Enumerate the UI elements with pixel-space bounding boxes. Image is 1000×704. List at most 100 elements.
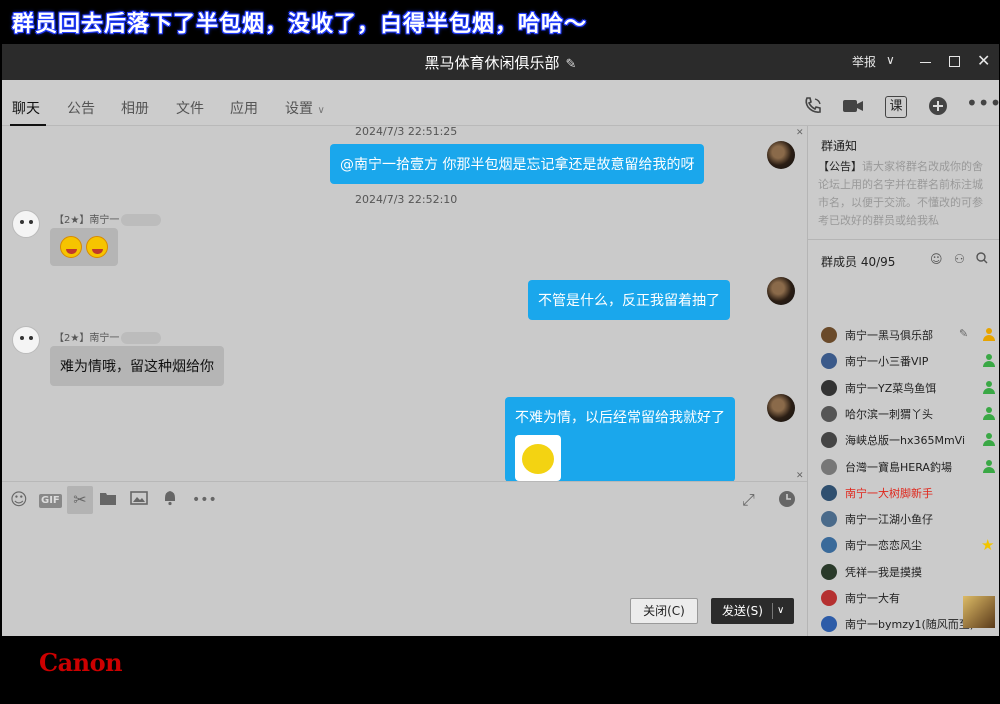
star-badge-icon: ★ bbox=[981, 536, 995, 555]
avatar bbox=[821, 616, 837, 633]
tab-album[interactable]: 相册 bbox=[121, 98, 149, 118]
scissors-icon[interactable]: ✂ bbox=[67, 486, 93, 514]
member-item[interactable]: 台灣一寶島HERA釣場 bbox=[821, 457, 999, 477]
avatar[interactable] bbox=[12, 326, 40, 354]
edit-icon[interactable]: ✎ bbox=[566, 57, 577, 72]
bottom-bar bbox=[0, 636, 1000, 704]
scroll-down-icon[interactable]: ✕ bbox=[796, 471, 804, 481]
member-name: 南宁一大有 bbox=[845, 592, 900, 605]
group-title: 黑马体育休闲俱乐部 ✎ bbox=[2, 52, 999, 73]
report-button[interactable]: 举报 bbox=[852, 53, 876, 70]
sender-name-text: 【2★】南宁一 bbox=[54, 215, 120, 226]
member-item[interactable]: 南宁一恋恋风尘 ★ bbox=[821, 535, 999, 555]
member-name: 台灣一寶島HERA釣場 bbox=[845, 460, 952, 474]
chat-bubble-icon[interactable]: ☺ bbox=[930, 252, 943, 266]
avatar bbox=[821, 405, 837, 422]
member-item[interactable]: 海峡总版一hx365MmVi bbox=[821, 430, 999, 450]
tab-chat[interactable]: 聊天 bbox=[12, 98, 40, 118]
avatar bbox=[821, 353, 837, 370]
image-icon[interactable] bbox=[130, 490, 148, 510]
member-name: 哈尔滨一刺猬丫头 bbox=[845, 407, 933, 421]
group-notice-body[interactable]: 【公告】请大家将群名改成你的舍论坛上用的名字并在群名前标注城市名，以便于交流。不… bbox=[818, 158, 990, 230]
add-icon[interactable] bbox=[927, 96, 949, 118]
sender-name-text: 【2★】南宁一 bbox=[54, 333, 120, 344]
close-button[interactable]: 关闭(C) bbox=[630, 598, 698, 624]
minimize-button[interactable] bbox=[920, 62, 931, 63]
member-item[interactable]: 南宁一大树脚新手 bbox=[821, 483, 999, 503]
send-divider bbox=[772, 603, 773, 619]
message-bubble-outgoing[interactable]: @南宁一拾壹方 你那半包烟是忘记拿还是故意留给我的呀 bbox=[330, 144, 705, 184]
message-timestamp: 2024/7/3 22:51:25 bbox=[355, 126, 458, 138]
member-name: 南宁一江湖小鱼仔 bbox=[845, 513, 933, 527]
member-name: 南宁一小三番VIP bbox=[845, 355, 929, 369]
tab-bar: 聊天 公告 相册 文件 应用 设置 ∨ 课 ••• bbox=[2, 80, 999, 126]
admin-badge-icon bbox=[981, 380, 997, 396]
tab-apps[interactable]: 应用 bbox=[230, 98, 258, 118]
divider bbox=[808, 239, 999, 240]
folder-icon[interactable] bbox=[99, 490, 117, 510]
chevron-down-icon[interactable]: ∨ bbox=[886, 53, 895, 67]
grin-emoji-icon bbox=[60, 236, 82, 258]
owner-badge-icon bbox=[981, 327, 997, 343]
member-name: 南宁一黑马俱乐部 bbox=[845, 329, 933, 342]
avatar bbox=[821, 590, 837, 606]
phone-icon[interactable] bbox=[802, 96, 824, 118]
emoji-icon[interactable]: ☺ bbox=[10, 490, 28, 510]
send-button-label: 发送(S) bbox=[722, 604, 763, 618]
avatar[interactable] bbox=[12, 210, 40, 238]
message-bubble-outgoing[interactable]: 不难为情，以后经常留给我就好了 bbox=[505, 397, 735, 481]
sender-name: 【2★】南宁一 bbox=[54, 329, 162, 344]
avatar bbox=[821, 484, 837, 501]
search-icon[interactable] bbox=[976, 252, 988, 267]
message-bubble-outgoing[interactable]: 不管是什么，反正我留着抽了 bbox=[528, 280, 730, 320]
history-clock-icon[interactable] bbox=[778, 490, 796, 510]
avatar[interactable] bbox=[767, 277, 795, 305]
member-item[interactable]: 南宁一YZ菜鸟鱼饵 bbox=[821, 378, 999, 398]
avatar bbox=[821, 458, 837, 475]
floating-avatar[interactable] bbox=[963, 596, 995, 628]
admin-badge-icon bbox=[981, 406, 997, 422]
tab-settings-label: 设置 bbox=[285, 101, 313, 117]
member-name: 南宁一YZ菜鸟鱼饵 bbox=[845, 381, 937, 395]
member-item[interactable]: 凭祥一我是摸摸 bbox=[821, 562, 999, 582]
bell-icon[interactable] bbox=[162, 490, 178, 510]
more-tools-icon[interactable]: ••• bbox=[192, 490, 217, 510]
members-count: 群成员 40/95 bbox=[821, 255, 896, 269]
scroll-up-icon[interactable]: ✕ bbox=[796, 128, 804, 138]
avatar[interactable] bbox=[767, 141, 795, 169]
send-button[interactable]: 发送(S) ∨ bbox=[711, 598, 794, 624]
message-list[interactable]: ✕ 2024/7/3 22:51:25 @南宁一拾壹方 你那半包烟是忘记拿还是故… bbox=[2, 126, 807, 481]
group-notice-title: 群通知 bbox=[821, 139, 858, 153]
member-item[interactable]: 南宁一小三番VIP bbox=[821, 351, 999, 371]
member-item[interactable]: 哈尔滨一刺猬丫头 bbox=[821, 404, 999, 424]
admin-badge-icon bbox=[981, 432, 997, 448]
group-side-panel: 群通知 【公告】请大家将群名改成你的舍论坛上用的名字并在群名前标注城市名，以便于… bbox=[807, 126, 999, 636]
expand-icon[interactable]: ⤢ bbox=[742, 490, 755, 510]
close-window-button[interactable]: ✕ bbox=[977, 51, 990, 70]
member-item[interactable]: 南宁一江湖小鱼仔 bbox=[821, 509, 999, 529]
caption-text: 群员回去后落下了半包烟，没收了，白得半包烟，哈哈～ bbox=[12, 11, 588, 37]
message-bubble-incoming[interactable]: 难为情哦，留这种烟给你 bbox=[50, 346, 224, 386]
avatar bbox=[821, 511, 837, 528]
tab-settings[interactable]: 设置 ∨ bbox=[285, 98, 325, 118]
blurred-name bbox=[121, 332, 162, 344]
send-options-chevron-icon[interactable]: ∨ bbox=[777, 598, 784, 624]
message-bubble-incoming[interactable] bbox=[50, 228, 118, 266]
avatar bbox=[821, 537, 837, 554]
avatar[interactable] bbox=[767, 394, 795, 422]
title-bar: 黑马体育休闲俱乐部 ✎ 举报 ∨ ✕ bbox=[2, 44, 999, 80]
maximize-button[interactable] bbox=[949, 56, 960, 67]
edit-icon[interactable]: ✎ bbox=[959, 327, 968, 340]
input-toolbar: ☺ GIF ✂ ••• ⤢ bbox=[2, 481, 807, 517]
grin-emoji-icon bbox=[86, 236, 108, 258]
video-icon[interactable] bbox=[842, 96, 864, 118]
member-item[interactable]: 南宁一黑马俱乐部 ✎ bbox=[821, 325, 999, 345]
caption-banner: 群员回去后落下了半包烟，没收了，白得半包烟，哈哈～ bbox=[0, 0, 1000, 42]
tab-files[interactable]: 文件 bbox=[176, 98, 204, 118]
admin-badge-icon bbox=[981, 353, 997, 369]
tab-announcement[interactable]: 公告 bbox=[67, 98, 95, 118]
add-member-icon[interactable]: ⚇ bbox=[954, 252, 965, 266]
gif-icon[interactable]: GIF bbox=[39, 494, 62, 508]
class-icon[interactable]: 课 bbox=[885, 96, 907, 118]
more-icon[interactable]: ••• bbox=[966, 93, 999, 118]
